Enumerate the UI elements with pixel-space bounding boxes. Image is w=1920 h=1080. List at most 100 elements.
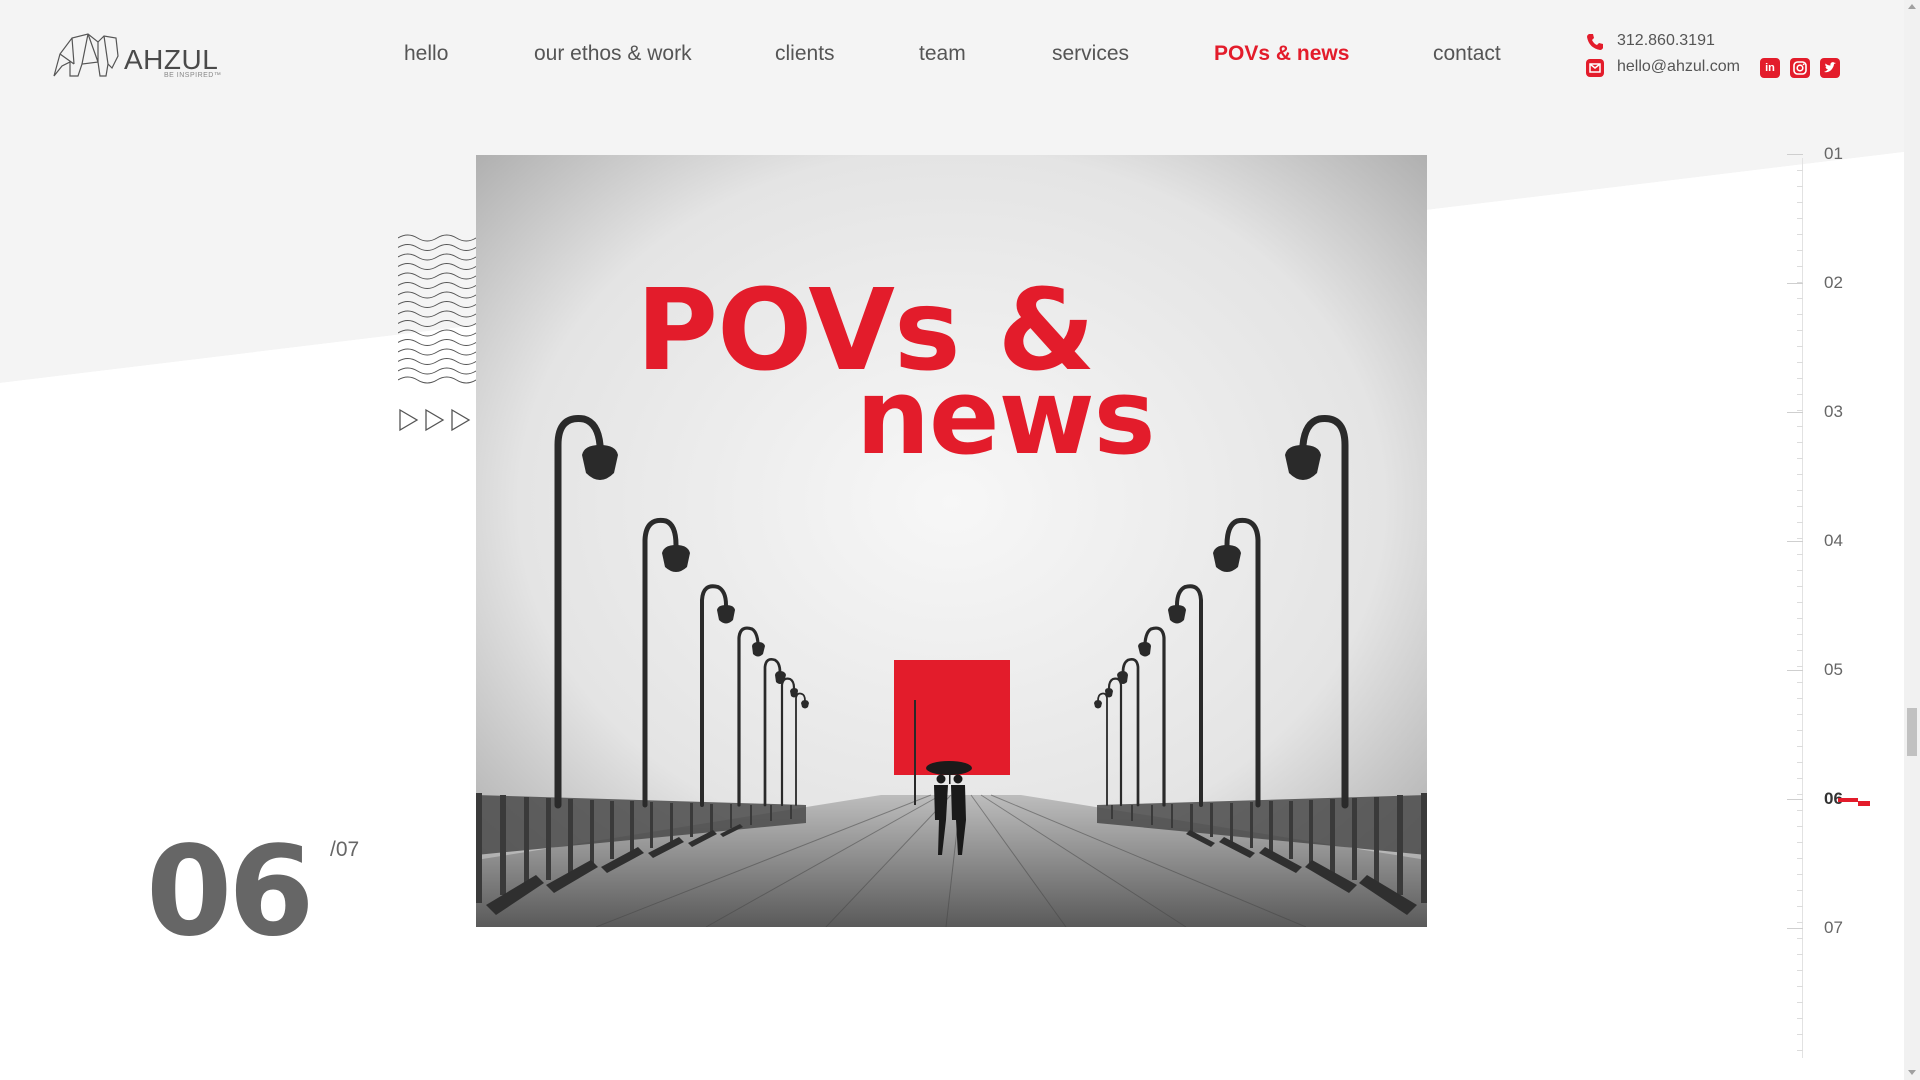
pager-minor-tick: [1797, 938, 1803, 939]
red-square-accent: [894, 660, 1010, 775]
pager-minor-tick: [1797, 554, 1803, 555]
brand-tagline: BE INSPIRED™: [164, 72, 222, 79]
pager-minor-tick: [1797, 442, 1803, 443]
pager-minor-tick: [1797, 1050, 1803, 1051]
nav-item-services[interactable]: services: [1052, 42, 1129, 66]
pager-minor-tick: [1797, 218, 1803, 219]
pager-minor-tick: [1797, 186, 1803, 187]
scroll-up-icon[interactable]: [1908, 4, 1916, 9]
pager-minor-tick: [1797, 1018, 1803, 1019]
pager-minor-tick: [1797, 906, 1803, 907]
email-icon: [1586, 59, 1604, 77]
section-counter-total: /07: [330, 838, 360, 861]
play-arrows-decoration: [399, 408, 471, 432]
pager-item-03[interactable]: 03: [1824, 402, 1843, 422]
linkedin-link[interactable]: in: [1760, 58, 1780, 78]
instagram-link[interactable]: [1790, 58, 1810, 78]
pager-item-07[interactable]: 07: [1824, 918, 1843, 938]
pager-tick: [1787, 670, 1803, 671]
pager-minor-tick: [1797, 1034, 1803, 1035]
pager-tick: [1787, 283, 1803, 284]
scrollbar-thumb[interactable]: [1907, 708, 1917, 756]
pager-minor-tick: [1797, 362, 1803, 363]
phone-icon: [1587, 34, 1603, 50]
section-pager: 01 02 03 04 05 06 07: [1786, 140, 1870, 1058]
nav-item-contact[interactable]: contact: [1433, 42, 1501, 66]
hero-image: POVs & news: [476, 155, 1427, 927]
page-scrollbar[interactable]: [1904, 0, 1920, 1080]
pager-minor-tick: [1797, 298, 1803, 299]
pager-minor-tick: [1797, 490, 1803, 491]
pager-minor-tick: [1797, 714, 1803, 715]
pager-minor-tick: [1797, 570, 1803, 571]
pager-minor-tick: [1797, 666, 1803, 667]
pager-minor-tick: [1797, 250, 1803, 251]
nav-item-povs-news[interactable]: POVs & news: [1214, 42, 1349, 66]
pager-minor-tick: [1797, 330, 1803, 331]
pager-minor-tick: [1797, 314, 1803, 315]
pager-minor-tick: [1797, 618, 1803, 619]
pager-minor-tick: [1797, 874, 1803, 875]
pager-track: [1802, 158, 1803, 1058]
nav-item-clients[interactable]: clients: [775, 42, 835, 66]
pager-tick: [1787, 541, 1803, 542]
hero-title-line2: news: [856, 356, 1156, 478]
pager-minor-tick: [1797, 170, 1803, 171]
pager-minor-tick: [1797, 826, 1803, 827]
section-counter-current: 06: [146, 820, 315, 964]
pager-minor-tick: [1797, 346, 1803, 347]
pager-minor-tick: [1797, 810, 1803, 811]
pager-item-02[interactable]: 02: [1824, 273, 1843, 293]
nav-item-hello[interactable]: hello: [404, 42, 448, 66]
pager-item-05[interactable]: 05: [1824, 660, 1843, 680]
pager-minor-tick: [1797, 970, 1803, 971]
pager-minor-tick: [1797, 698, 1803, 699]
pager-minor-tick: [1797, 506, 1803, 507]
scroll-down-icon[interactable]: [1908, 1070, 1916, 1075]
pager-minor-tick: [1797, 746, 1803, 747]
twitter-icon: [1824, 62, 1836, 73]
pager-item-01[interactable]: 01: [1824, 144, 1843, 164]
pager-active-indicator: [1838, 798, 1858, 802]
pager-minor-tick: [1797, 650, 1803, 651]
main-nav: hello our ethos & work clients team serv…: [0, 42, 1520, 72]
pager-tick: [1787, 412, 1803, 413]
pager-minor-tick: [1797, 842, 1803, 843]
pager-minor-tick: [1797, 234, 1803, 235]
pager-tick: [1787, 799, 1803, 800]
pager-minor-tick: [1797, 634, 1803, 635]
pager-active-indicator-tail: [1858, 801, 1870, 806]
pager-minor-tick: [1797, 586, 1803, 587]
pager-minor-tick: [1797, 682, 1803, 683]
pager-minor-tick: [1797, 890, 1803, 891]
pager-minor-tick: [1797, 394, 1803, 395]
pager-minor-tick: [1797, 458, 1803, 459]
phone-number: 312.860.3191: [1617, 32, 1715, 49]
pager-minor-tick: [1797, 954, 1803, 955]
nav-item-ethos-work[interactable]: our ethos & work: [534, 42, 692, 66]
pager-minor-tick: [1797, 778, 1803, 779]
email-address: hello@ahzul.com: [1617, 58, 1740, 75]
pager-minor-tick: [1797, 426, 1803, 427]
pager-minor-tick: [1797, 762, 1803, 763]
nav-item-team[interactable]: team: [919, 42, 966, 66]
pager-minor-tick: [1797, 266, 1803, 267]
pager-minor-tick: [1797, 1002, 1803, 1003]
pager-minor-tick: [1797, 202, 1803, 203]
pager-tick: [1787, 928, 1803, 929]
pager-minor-tick: [1797, 410, 1803, 411]
pager-tick: [1787, 154, 1803, 155]
linkedin-icon: in: [1765, 62, 1775, 74]
twitter-link[interactable]: [1820, 58, 1840, 78]
pager-item-04[interactable]: 04: [1824, 531, 1843, 551]
pager-minor-tick: [1797, 730, 1803, 731]
pager-minor-tick: [1797, 522, 1803, 523]
pager-minor-tick: [1797, 794, 1803, 795]
pager-minor-tick: [1797, 922, 1803, 923]
pager-minor-tick: [1797, 986, 1803, 987]
pager-minor-tick: [1797, 858, 1803, 859]
pager-minor-tick: [1797, 538, 1803, 539]
instagram-icon: [1793, 61, 1807, 75]
pager-minor-tick: [1797, 602, 1803, 603]
pager-minor-tick: [1797, 474, 1803, 475]
